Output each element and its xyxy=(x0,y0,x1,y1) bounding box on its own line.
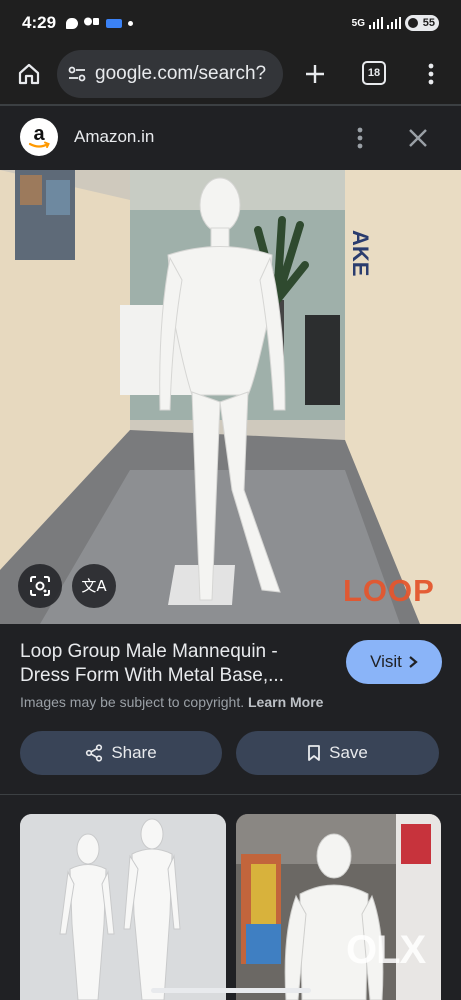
bookmark-icon xyxy=(308,745,321,761)
signal-icon xyxy=(369,17,383,29)
home-icon xyxy=(18,63,40,85)
copyright-notice: Images may be subject to copyright. Lear… xyxy=(20,694,323,710)
translate-button[interactable]: 文A xyxy=(72,564,116,608)
url-text: google.com/search? xyxy=(95,63,267,84)
source-header: a Amazon.in xyxy=(0,108,461,168)
message-icon xyxy=(66,17,79,29)
save-button[interactable]: Save xyxy=(236,731,439,775)
share-icon xyxy=(86,744,103,762)
source-more-button[interactable] xyxy=(347,124,373,152)
related-image-2[interactable]: OLX xyxy=(236,814,441,1000)
teams-icon xyxy=(84,16,100,30)
result-title[interactable]: Loop Group Male Mannequin - Dress Form W… xyxy=(20,640,330,688)
mail-icon xyxy=(106,18,123,28)
status-system-icons: 5G 55 xyxy=(352,15,439,31)
learn-more-link[interactable]: Learn More xyxy=(248,694,323,710)
browser-toolbar: google.com/search? 18 xyxy=(0,46,461,104)
signal-icon-2 xyxy=(387,17,401,29)
related-image-1[interactable] xyxy=(20,814,226,1000)
mannequin-photo: AKE xyxy=(0,170,461,624)
related-image-1-photo xyxy=(20,814,226,1000)
address-bar[interactable]: google.com/search? xyxy=(57,50,283,98)
tab-count: 18 xyxy=(367,67,381,79)
logo-letter: a xyxy=(33,123,45,145)
tab-switcher-button[interactable]: 18 xyxy=(362,61,386,85)
new-tab-button[interactable] xyxy=(300,59,330,89)
amazon-logo: a xyxy=(20,118,58,156)
translate-icon: 文A xyxy=(81,577,107,595)
translate-glyph: 文A xyxy=(81,577,107,595)
gesture-bar[interactable] xyxy=(151,988,311,993)
plus-icon xyxy=(306,65,324,83)
loop-watermark: LOOP xyxy=(343,573,435,608)
toolbar-divider xyxy=(0,104,461,106)
visit-label: Visit xyxy=(370,652,402,671)
status-notification-icons xyxy=(66,16,134,30)
notification-dot-icon xyxy=(128,20,134,26)
olx-watermark: OLX xyxy=(346,928,426,972)
visit-button[interactable]: Visit xyxy=(346,640,442,684)
section-divider xyxy=(0,794,461,795)
battery-icon: 55 xyxy=(405,15,439,31)
close-icon xyxy=(409,129,427,147)
save-label: Save xyxy=(329,743,368,762)
more-vert-icon xyxy=(357,127,363,149)
google-lens-button[interactable] xyxy=(18,564,62,608)
browser-menu-button[interactable] xyxy=(418,59,444,89)
network-type: 5G xyxy=(351,17,365,29)
more-vert-icon xyxy=(428,63,434,85)
home-button[interactable] xyxy=(14,59,44,89)
close-button[interactable] xyxy=(403,123,433,153)
chevron-right-icon xyxy=(409,656,418,668)
share-button[interactable]: Share xyxy=(20,731,222,775)
main-image[interactable]: AKE 文A LOOP xyxy=(0,170,461,624)
status-time: 4:29 xyxy=(22,13,57,32)
source-name[interactable]: Amazon.in xyxy=(74,127,154,147)
svg-text:AKE: AKE xyxy=(348,230,373,276)
google-lens-icon xyxy=(30,576,50,596)
copyright-text: Images may be subject to copyright. xyxy=(20,694,245,710)
share-label: Share xyxy=(111,743,157,762)
battery-level: 55 xyxy=(422,17,435,29)
status-bar: 4:29 5G 55 xyxy=(0,0,461,46)
site-info-icon[interactable] xyxy=(67,64,87,84)
